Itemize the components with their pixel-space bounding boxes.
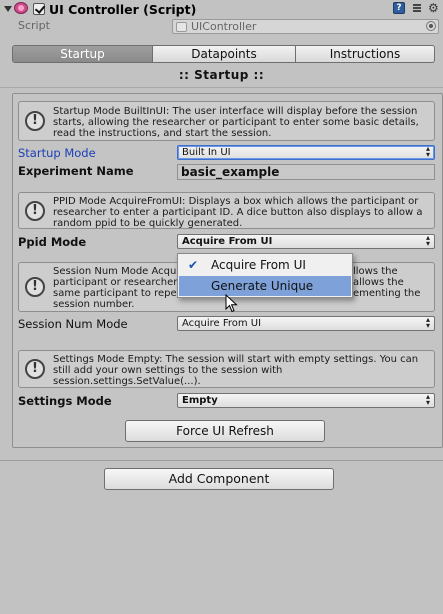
add-component-button[interactable]: Add Component [104, 468, 334, 490]
force-ui-refresh-button[interactable]: Force UI Refresh [125, 420, 325, 442]
ppid-mode-value: Acquire From UI [182, 236, 273, 247]
helpbox-text: PPID Mode AcquireFromUI: Displays a box … [53, 196, 423, 229]
cs-script-icon [176, 22, 187, 32]
helpbox-text-left: Session Num Mode Acqu participant or res… [53, 266, 178, 310]
divider [0, 87, 443, 88]
menu-item-label: Generate Unique [211, 279, 314, 293]
tab-instructions[interactable]: Instructions [296, 45, 435, 63]
session-num-mode-value: Acquire From UI [182, 318, 262, 329]
component-enabled-checkbox[interactable] [33, 3, 45, 15]
foldout-arrow-icon[interactable] [4, 6, 12, 12]
component-title: UI Controller (Script) [49, 2, 197, 17]
settings-mode-value: Empty [182, 395, 218, 406]
helpbox-text: Settings Mode Empty: The session will st… [53, 354, 419, 387]
popup-arrows-icon: ▴ ▾ [425, 315, 430, 330]
gear-icon[interactable]: ⚙ [428, 2, 440, 14]
object-picker-icon[interactable] [426, 21, 436, 31]
script-label: Script [18, 19, 50, 32]
component-header: UI Controller (Script) ? ⚙ [0, 0, 443, 18]
menu-item-acquire-from-ui[interactable]: ✔ Acquire From UI [179, 255, 351, 275]
menu-item-generate-unique[interactable]: Generate Unique [179, 276, 351, 296]
script-field-value: UIController [191, 20, 257, 33]
helpbox-text-right: llows the allows the ementing the [353, 266, 421, 299]
popup-arrows-icon: ▴ ▾ [425, 233, 430, 248]
experiment-name-label: Experiment Name [18, 164, 134, 178]
ppid-mode-helpbox: ! PPID Mode AcquireFromUI: Displays a bo… [18, 192, 435, 229]
startup-mode-label: Startup Mode [18, 146, 96, 160]
tab-startup[interactable]: Startup [12, 45, 153, 63]
ppid-mode-dropdown[interactable]: Acquire From UI ▴ ▾ [177, 234, 435, 249]
script-component-icon [14, 2, 28, 14]
help-icon[interactable]: ? [393, 2, 405, 14]
menu-item-label: Acquire From UI [211, 258, 306, 272]
info-icon: ! [25, 359, 45, 379]
script-object-field[interactable]: UIController [172, 19, 439, 34]
info-icon: ! [25, 111, 45, 131]
session-num-mode-label: Session Num Mode [18, 317, 128, 331]
preset-icon[interactable] [411, 2, 423, 14]
ppid-mode-dropdown-menu: ✔ Acquire From UI Generate Unique [177, 253, 353, 298]
startup-mode-dropdown[interactable]: Built In UI ▴ ▾ [177, 145, 435, 160]
info-icon: ! [25, 277, 45, 297]
helpbox-text: Startup Mode BuiltInUI: The user interfa… [53, 106, 419, 139]
experiment-name-field[interactable]: basic_example [177, 164, 435, 180]
ppid-mode-label: Ppid Mode [18, 235, 87, 249]
divider [0, 460, 443, 461]
settings-mode-label: Settings Mode [18, 394, 112, 408]
section-title: :: Startup :: [178, 68, 265, 82]
startup-mode-helpbox: ! Startup Mode BuiltInUI: The user inter… [18, 101, 435, 141]
settings-mode-dropdown[interactable]: Empty ▴ ▾ [177, 393, 435, 408]
startup-mode-value: Built In UI [182, 147, 231, 158]
popup-arrows-icon: ▴ ▾ [425, 392, 430, 407]
mouse-cursor-icon [225, 294, 238, 313]
session-num-mode-dropdown[interactable]: Acquire From UI ▴ ▾ [177, 316, 435, 331]
settings-mode-helpbox: ! Settings Mode Empty: The session will … [18, 350, 435, 388]
popup-arrows-icon: ▴ ▾ [425, 144, 430, 159]
check-icon: ✔ [188, 258, 199, 272]
info-icon: ! [25, 201, 45, 221]
tab-datapoints[interactable]: Datapoints [153, 45, 296, 63]
